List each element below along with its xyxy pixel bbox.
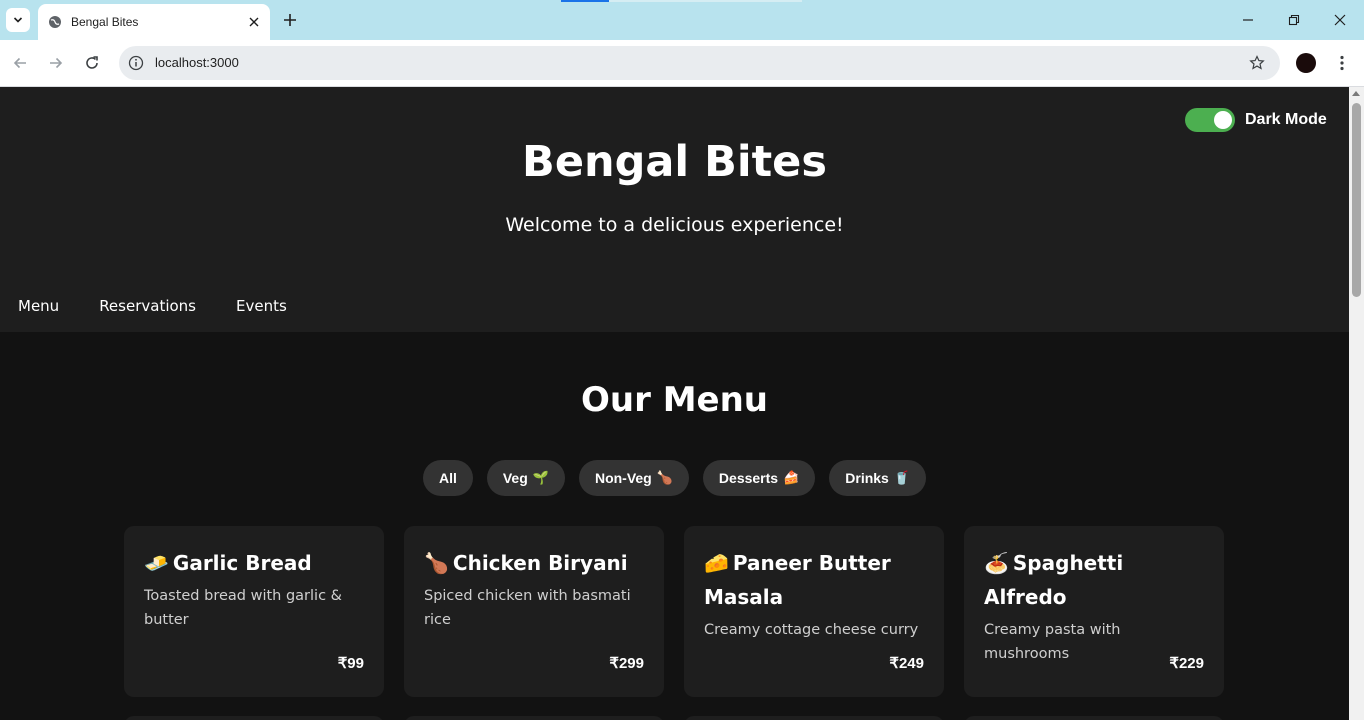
- cheese-icon: 🧀: [704, 551, 729, 575]
- site-tagline: Welcome to a delicious experience!: [505, 214, 844, 236]
- menu-item-price: ₹99: [337, 655, 364, 672]
- menu-heading: Our Menu: [580, 380, 769, 420]
- filter-label: Drinks: [845, 470, 889, 486]
- main-nav: Menu Reservations Events: [0, 288, 309, 328]
- dark-mode-toggle[interactable]: [1185, 108, 1235, 132]
- butter-icon: 🧈: [144, 551, 169, 575]
- close-window-icon[interactable]: [1330, 10, 1350, 30]
- filter-all[interactable]: All: [422, 460, 473, 496]
- menu-card[interactable]: 🧀 Paneer Butter Masala Creamy cottage che…: [684, 526, 944, 697]
- filter-desserts[interactable]: Desserts 🍰: [702, 460, 816, 496]
- restore-icon[interactable]: [1284, 10, 1304, 30]
- bookmark-star-icon[interactable]: [1248, 54, 1266, 72]
- scroll-up-arrow-icon[interactable]: [1352, 91, 1360, 96]
- nav-link-menu[interactable]: Menu: [0, 288, 77, 328]
- profile-avatar[interactable]: [1296, 53, 1316, 73]
- nav-link-events[interactable]: Events: [218, 288, 305, 328]
- address-bar[interactable]: localhost:3000: [119, 46, 1280, 80]
- globe-icon: [48, 15, 62, 29]
- seedling-icon: 🌱: [532, 470, 549, 485]
- site-header: Dark Mode Bengal Bites Welcome to a deli…: [0, 87, 1349, 332]
- more-options-icon[interactable]: [1332, 53, 1352, 73]
- drumstick-icon: 🍗: [656, 470, 673, 485]
- reload-icon[interactable]: [82, 53, 102, 73]
- menu-item-description: Toasted bread with garlic & butter: [144, 588, 342, 628]
- menu-item-description: Creamy cottage cheese curry: [704, 622, 919, 638]
- menu-card[interactable]: 🍝 Spaghetti Alfredo Creamy pasta with mus…: [964, 526, 1224, 697]
- menu-card[interactable]: 🧈 Garlic Bread Toasted bread with garlic …: [124, 526, 384, 697]
- filter-drinks[interactable]: Drinks 🥤: [829, 460, 927, 496]
- menu-card[interactable]: [404, 716, 664, 720]
- menu-grid-next-row: [124, 716, 1224, 720]
- cake-icon: 🍰: [783, 470, 800, 485]
- spaghetti-icon: 🍝: [984, 551, 1009, 575]
- menu-item-name: Paneer Butter Masala: [704, 551, 891, 609]
- filter-non-veg[interactable]: Non-Veg 🍗: [578, 460, 689, 496]
- menu-card[interactable]: [964, 716, 1224, 720]
- menu-item-price: ₹229: [1169, 655, 1204, 672]
- page-viewport: Dark Mode Bengal Bites Welcome to a deli…: [0, 87, 1349, 720]
- filter-label: Desserts: [718, 470, 779, 486]
- filter-label: Non-Veg: [594, 470, 652, 486]
- dark-mode-label: Dark Mode: [1245, 111, 1327, 128]
- menu-item-price: ₹299: [609, 655, 644, 672]
- menu-item-title: 🍗 Chicken Biryani: [424, 546, 644, 580]
- menu-item-title: 🧈 Garlic Bread: [144, 546, 364, 580]
- menu-card[interactable]: [684, 716, 944, 720]
- close-tab-icon[interactable]: [246, 14, 262, 30]
- chevron-down-icon: [13, 17, 23, 23]
- tab-search-button[interactable]: [6, 8, 30, 32]
- menu-grid: 🧈 Garlic Bread Toasted bread with garlic …: [124, 526, 1224, 697]
- menu-item-title: 🍝 Spaghetti Alfredo: [984, 546, 1204, 614]
- category-filters: All Veg 🌱 Non-Veg 🍗 Desserts 🍰 Drinks 🥤: [0, 460, 1349, 496]
- browser-tab[interactable]: Bengal Bites: [38, 4, 270, 40]
- filter-label: All: [438, 470, 457, 486]
- forward-icon[interactable]: [46, 53, 66, 73]
- tab-strip-indicator-track: [609, 0, 802, 2]
- page-scrollbar[interactable]: [1349, 87, 1364, 720]
- menu-item-title: 🧀 Paneer Butter Masala: [704, 546, 924, 614]
- filter-label: Veg: [502, 470, 528, 486]
- drumstick-icon: 🍗: [424, 551, 449, 575]
- toggle-knob: [1214, 111, 1232, 129]
- menu-item-name: Garlic Bread: [172, 551, 312, 575]
- cup-icon: 🥤: [893, 470, 911, 485]
- tab-title: Bengal Bites: [71, 15, 139, 29]
- browser-toolbar: localhost:3000: [0, 40, 1364, 87]
- menu-card[interactable]: 🍗 Chicken Biryani Spiced chicken with bas…: [404, 526, 664, 697]
- menu-item-name: Chicken Biryani: [452, 551, 628, 575]
- browser-tab-strip: Bengal Bites: [0, 0, 1364, 40]
- tab-strip-indicator: [561, 0, 609, 2]
- menu-item-description: Spiced chicken with basmati rice: [424, 588, 631, 628]
- menu-item-price: ₹249: [889, 655, 924, 672]
- site-info-icon[interactable]: [127, 54, 145, 72]
- menu-card[interactable]: [124, 716, 384, 720]
- scrollbar-thumb[interactable]: [1352, 103, 1361, 297]
- filter-veg[interactable]: Veg 🌱: [486, 460, 565, 496]
- url-text: localhost:3000: [155, 55, 239, 70]
- site-title: Bengal Bites: [522, 137, 827, 187]
- nav-link-reservations[interactable]: Reservations: [81, 288, 214, 328]
- new-tab-icon[interactable]: [280, 10, 300, 30]
- back-icon[interactable]: [10, 53, 30, 73]
- minimize-icon[interactable]: [1238, 10, 1258, 30]
